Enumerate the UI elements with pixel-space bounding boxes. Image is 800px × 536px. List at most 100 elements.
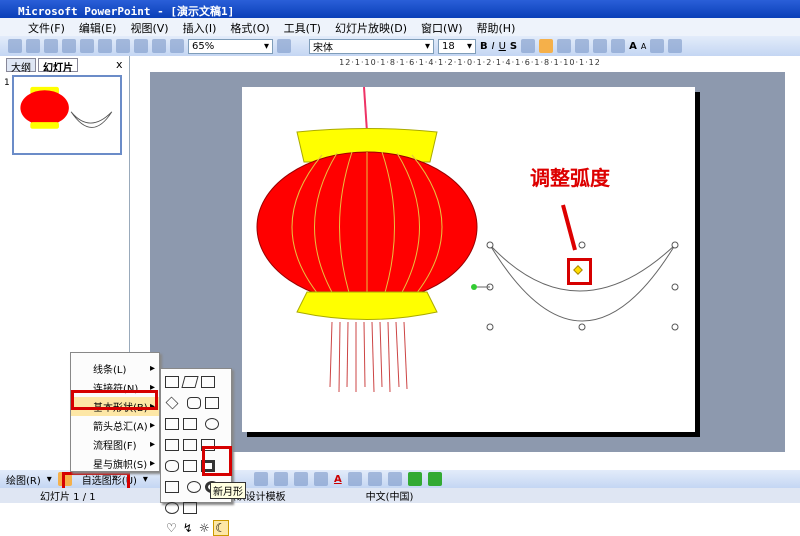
picture-icon[interactable] — [273, 472, 288, 486]
menu-file[interactable]: 文件(F) — [28, 20, 65, 36]
zoom-value: 65% — [192, 40, 215, 52]
align-right-icon[interactable] — [557, 39, 572, 53]
paste-icon[interactable] — [116, 39, 130, 53]
menu-window[interactable]: 窗口(W) — [421, 20, 462, 36]
octagon-shape[interactable] — [204, 397, 219, 409]
cube-shape[interactable] — [183, 460, 197, 472]
parallelogram-shape[interactable] — [181, 376, 199, 388]
heart-shape[interactable]: ♡ — [166, 521, 177, 535]
font-color-icon[interactable]: A — [334, 474, 342, 485]
sun-shape[interactable]: ☼ — [199, 521, 210, 535]
annotation-text: 调整弧度 — [530, 166, 610, 190]
menu-item-label: 箭头总汇(A) — [93, 422, 148, 433]
bold-button[interactable]: B — [480, 41, 488, 52]
menu-expand[interactable]: » — [71, 473, 159, 483]
font-size-select[interactable]: 18 ▾ — [438, 38, 476, 54]
open-icon[interactable] — [26, 39, 40, 53]
font-select[interactable]: 宋体 ▾ — [309, 38, 434, 54]
folded-corner-shape[interactable] — [165, 481, 179, 493]
line-color-icon[interactable] — [313, 472, 328, 486]
tab-outline[interactable]: 大纲 — [6, 58, 36, 74]
trapezoid-shape[interactable] — [201, 376, 215, 388]
copy-icon[interactable] — [98, 39, 112, 53]
fill-color-icon[interactable] — [293, 472, 308, 486]
zoom-select[interactable]: 65% ▾ — [188, 38, 273, 54]
bullets-icon[interactable] — [611, 39, 626, 53]
lantern-drawing — [256, 86, 679, 393]
chart-icon[interactable] — [152, 39, 166, 53]
justify-icon[interactable] — [575, 39, 590, 53]
shadow-button[interactable]: S — [510, 41, 517, 52]
title-bar: Microsoft PowerPoint - [演示文稿1] — [0, 0, 800, 18]
numbering-icon[interactable] — [593, 39, 608, 53]
menu-item-flowchart[interactable]: 流程图(F) ▸ — [71, 435, 159, 454]
dash-style-icon[interactable] — [367, 472, 382, 486]
font-size-value: 18 — [442, 40, 455, 52]
italic-button[interactable]: I — [492, 41, 495, 52]
standard-toolbar: 65% ▾ 宋体 ▾ 18 ▾ B I U S AA — [0, 36, 800, 56]
thumbnail-preview — [20, 86, 113, 129]
lightning-shape[interactable]: ↯ — [183, 521, 193, 535]
adjust-handle-highlight — [567, 258, 592, 285]
menu-slideshow[interactable]: 幻灯片放映(D) — [335, 20, 407, 36]
menu-format[interactable]: 格式(O) — [230, 20, 269, 36]
menu-item-label: 星与旗帜(S) — [93, 460, 148, 471]
underline-button[interactable]: U — [499, 41, 506, 52]
moon-tooltip: 新月形 — [210, 482, 246, 499]
tab-slides[interactable]: 幻灯片 — [38, 58, 78, 74]
right-triangle-shape[interactable] — [183, 418, 197, 430]
menu-tools[interactable]: 工具(T) — [284, 20, 321, 36]
shrink-font-button[interactable]: A — [641, 42, 646, 51]
moon-shape[interactable]: ☾ — [212, 520, 229, 536]
help-icon[interactable] — [277, 39, 291, 53]
basic-shapes-highlight — [71, 390, 158, 410]
menu-item-block-arrows[interactable]: 箭头总汇(A) ▸ — [71, 416, 159, 435]
block-arc-shape[interactable] — [183, 502, 197, 514]
status-slide: 幻灯片 1 / 1 — [40, 492, 96, 503]
outdent-icon[interactable] — [668, 39, 683, 53]
line-style-icon[interactable] — [347, 472, 362, 486]
cross-shape[interactable] — [183, 439, 197, 451]
autoshapes-menu: 线条(L) ▸ 连接符(N) ▸ 基本形状(B) ▸ 箭头总汇(A) ▸ 流程图(F) ▸… — [70, 352, 160, 483]
print-icon[interactable] — [62, 39, 76, 53]
menu-edit[interactable]: 编辑(E) — [79, 20, 117, 36]
new-icon[interactable] — [8, 39, 22, 53]
window-title: Microsoft PowerPoint - [演示文稿1] — [18, 5, 235, 18]
slide-number: 1 — [4, 78, 10, 88]
align-left-icon[interactable] — [521, 39, 536, 53]
table-icon[interactable] — [170, 39, 184, 53]
arrow-style-icon[interactable] — [387, 472, 402, 486]
close-panel-icon[interactable]: x — [116, 58, 123, 71]
menu-insert[interactable]: 插入(I) — [183, 20, 217, 36]
save-icon[interactable] — [44, 39, 58, 53]
no-symbol-shape[interactable] — [165, 502, 179, 514]
rectangle-shape[interactable] — [165, 376, 179, 388]
undo-icon[interactable] — [134, 39, 148, 53]
clipart-icon[interactable] — [253, 472, 268, 486]
triangle-shape[interactable] — [165, 418, 179, 430]
indent-icon[interactable] — [650, 39, 665, 53]
spell-icon[interactable] — [80, 39, 94, 53]
shadow-icon[interactable] — [407, 472, 422, 486]
can-shape[interactable] — [165, 460, 179, 472]
menu-item-label: 线条(L) — [93, 365, 127, 376]
3d-icon[interactable] — [427, 472, 442, 486]
menu-help[interactable]: 帮助(H) — [477, 20, 516, 36]
draw-menu-button[interactable]: 绘图(R) — [6, 472, 41, 487]
align-center-icon[interactable] — [539, 39, 554, 53]
moon-shape-highlight — [202, 446, 232, 476]
smiley-shape[interactable] — [186, 481, 201, 493]
oval-shape[interactable] — [204, 418, 219, 430]
menu-view[interactable]: 视图(V) — [130, 20, 168, 36]
slide-thumbnail[interactable] — [12, 75, 122, 155]
status-language: 中文(中国) — [365, 492, 414, 503]
grow-font-button[interactable]: A — [629, 41, 637, 52]
hexagon-shape[interactable] — [165, 439, 179, 451]
diamond-shape[interactable] — [165, 396, 179, 410]
status-bar: 幻灯片 1 / 1 默认设计模板 中文(中国) — [0, 488, 800, 503]
rounded-rectangle-shape[interactable] — [186, 397, 201, 409]
menu-item-lines[interactable]: 线条(L) ▸ — [71, 359, 159, 378]
menu-item-stars-banners[interactable]: 星与旗帜(S) ▸ — [71, 454, 159, 473]
menu-item-label: 流程图(F) — [93, 441, 137, 452]
slide[interactable]: 调整弧度 — [242, 86, 695, 432]
